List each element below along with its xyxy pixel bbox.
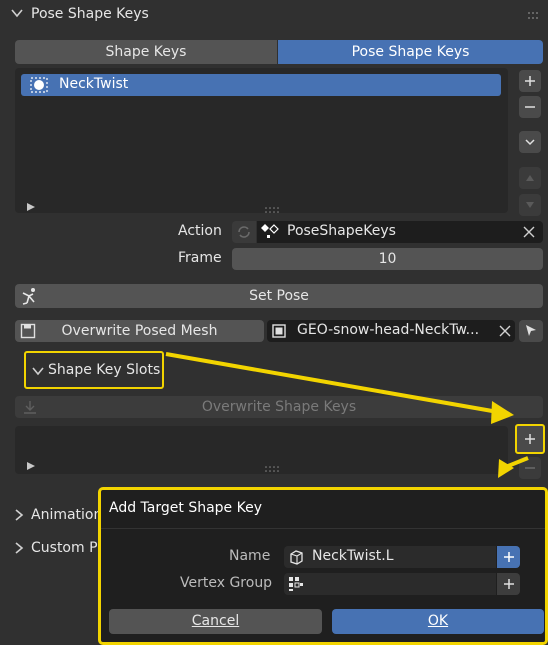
dialog-divider	[101, 528, 545, 529]
action-label: Action	[178, 223, 222, 239]
cancel-button[interactable]: Cancel	[109, 609, 322, 634]
shape-key-slots-list[interactable]	[15, 426, 508, 474]
refresh-icon	[238, 226, 250, 238]
name-field[interactable]: NeckTwist.L	[284, 546, 496, 568]
list-item[interactable]: NeckTwist	[21, 74, 501, 96]
action-value: PoseShapeKeys	[287, 223, 396, 239]
pose-icon	[20, 287, 40, 313]
shape-key-slots-label: Shape Key Slots	[48, 362, 161, 378]
move-up-button[interactable]	[519, 167, 541, 189]
frame-field[interactable]: 10	[232, 248, 543, 270]
clear-icon[interactable]	[523, 226, 535, 242]
expand-triangle-icon[interactable]	[27, 458, 35, 474]
remove-item-button[interactable]	[519, 96, 541, 118]
set-pose-label: Set Pose	[249, 288, 309, 304]
frame-label: Frame	[178, 250, 222, 266]
ok-label: OK	[427, 613, 449, 629]
overwrite-posed-mesh-label: Overwrite Posed Mesh	[61, 323, 218, 339]
minus-icon	[525, 467, 535, 469]
minus-icon	[525, 106, 535, 108]
plus-icon	[525, 434, 535, 444]
expand-triangle-icon[interactable]	[27, 199, 35, 215]
chevron-right-icon	[12, 508, 26, 526]
list-item-label: NeckTwist	[59, 76, 129, 92]
section-label: Animation	[31, 507, 103, 523]
panel-title: Pose Shape Keys	[31, 6, 149, 22]
add-shape-key-button[interactable]	[497, 546, 520, 568]
overwrite-posed-mesh-button[interactable]: Overwrite Posed Mesh	[15, 320, 264, 342]
vertex-group-field[interactable]	[284, 573, 496, 595]
triangle-up-icon	[526, 175, 534, 181]
clear-icon[interactable]	[499, 325, 511, 341]
save-icon	[20, 323, 36, 346]
action-field[interactable]: PoseShapeKeys	[257, 221, 543, 243]
animation-section-header[interactable]: Animation	[0, 499, 103, 531]
action-icon	[260, 223, 280, 245]
chevron-right-icon	[12, 541, 26, 559]
panel-header[interactable]: Pose Shape Keys	[0, 0, 548, 30]
triangle-down-icon	[526, 202, 534, 208]
chevron-down-icon	[31, 364, 45, 382]
mesh-field[interactable]: GEO-snow-head-NeckTw...	[267, 320, 515, 342]
import-icon	[22, 399, 38, 422]
add-target-shape-key-dialog: Add Target Shape Key Name NeckTwist.L Ve…	[98, 487, 548, 645]
tab-label: Pose Shape Keys	[351, 44, 470, 60]
resize-grip-icon[interactable]	[265, 460, 279, 476]
tab-pose-shape-keys[interactable]: Pose Shape Keys	[278, 40, 543, 64]
plus-icon	[503, 579, 514, 589]
add-item-button[interactable]	[519, 70, 541, 92]
frame-value: 10	[378, 251, 397, 267]
plus-icon	[503, 552, 514, 562]
cursor-icon	[526, 325, 536, 336]
mesh-icon	[271, 323, 287, 343]
eyedropper-button[interactable]	[519, 320, 543, 342]
action-refresh-button[interactable]	[232, 221, 256, 243]
shape-key-icon	[288, 549, 304, 569]
specials-menu-button[interactable]	[519, 131, 541, 153]
drag-handle-icon[interactable]	[527, 9, 541, 25]
section-label: Custom Pr	[31, 540, 104, 556]
resize-grip-icon[interactable]	[265, 201, 279, 217]
set-pose-button[interactable]: Set Pose	[15, 284, 543, 308]
tab-shape-keys[interactable]: Shape Keys	[15, 40, 277, 64]
name-value: NeckTwist.L	[312, 548, 394, 564]
shape-key-icon	[30, 77, 48, 97]
name-label: Name	[229, 548, 271, 564]
chevron-down-icon	[525, 139, 535, 146]
pose-shape-key-list[interactable]: NeckTwist	[15, 68, 508, 213]
dialog-title: Add Target Shape Key	[109, 500, 262, 516]
remove-slot-button[interactable]	[519, 457, 541, 479]
vertex-group-label: Vertex Group	[180, 575, 273, 591]
tab-label: Shape Keys	[105, 44, 187, 60]
overwrite-shape-keys-button[interactable]: Overwrite Shape Keys	[15, 396, 543, 418]
cancel-label: Cancel	[191, 613, 240, 629]
overwrite-shape-keys-label: Overwrite Shape Keys	[201, 399, 357, 415]
custom-properties-section-header[interactable]: Custom Pr	[0, 532, 104, 564]
shape-key-slots-header[interactable]: Shape Key Slots	[24, 351, 164, 389]
chevron-down-icon	[10, 6, 24, 24]
mesh-field-value: GEO-snow-head-NeckTw...	[297, 322, 480, 338]
add-vertex-group-button[interactable]	[497, 573, 520, 595]
move-down-button[interactable]	[519, 194, 541, 216]
ok-button[interactable]: OK	[332, 609, 544, 634]
plus-icon	[525, 76, 535, 86]
add-slot-button[interactable]	[515, 424, 545, 454]
vertex-group-icon	[288, 576, 304, 596]
